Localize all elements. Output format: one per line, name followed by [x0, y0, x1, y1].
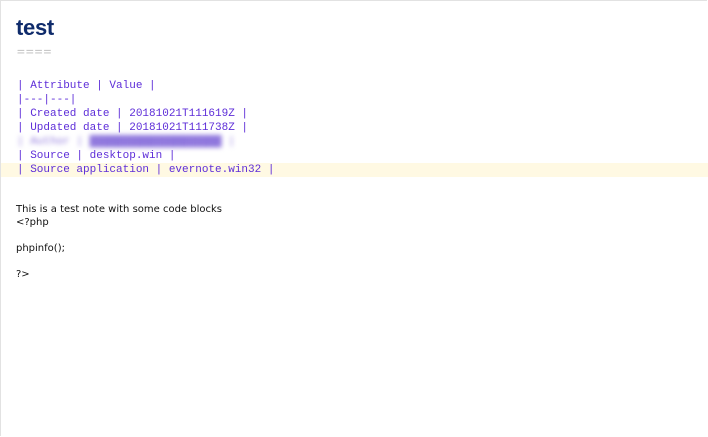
redacted-line: | Author | ████████████████████ |	[17, 136, 235, 148]
body-line-empty	[16, 229, 222, 242]
code-line: | Updated date | 20181021T111738Z |	[17, 122, 249, 134]
body-line: phpinfo();	[16, 243, 65, 254]
code-line: | Source | desktop.win |	[17, 150, 176, 162]
body-line: ?>	[16, 269, 30, 280]
metadata-table-block: | Attribute | Value | |---|---| | Create…	[1, 79, 708, 177]
code-line: |---|---|	[17, 94, 77, 106]
title-underline: ====	[17, 45, 53, 60]
code-line: | Attribute | Value |	[17, 80, 156, 92]
note-body[interactable]: This is a test note with some code block…	[16, 203, 222, 281]
note-title: test	[16, 15, 54, 40]
body-line-empty	[16, 255, 222, 268]
body-line: <?php	[16, 217, 49, 228]
code-line-highlighted[interactable]: | Source application | evernote.win32 |	[1, 163, 708, 177]
note-view: test ==== | Attribute | Value | |---|---…	[0, 0, 708, 436]
body-line: This is a test note with some code block…	[16, 204, 223, 215]
code-line: | Created date | 20181021T111619Z |	[17, 108, 249, 120]
